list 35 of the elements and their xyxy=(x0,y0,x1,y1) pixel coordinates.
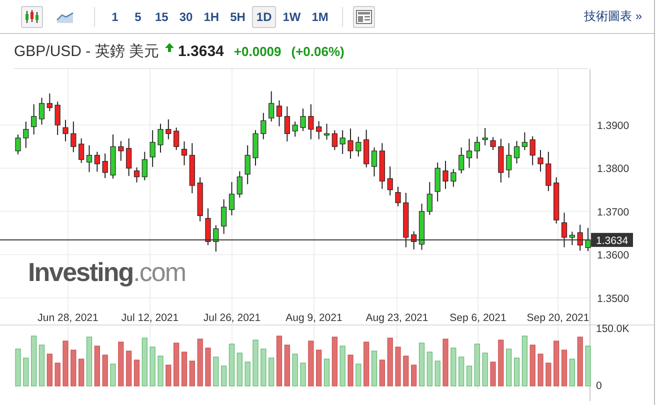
interval-button[interactable]: 1D xyxy=(252,6,276,28)
date-axis-label: Jul 12, 2021 xyxy=(121,312,179,324)
technical-chart-link[interactable]: 技術圖表 » xyxy=(584,8,642,25)
interval-button[interactable]: 5 xyxy=(128,6,148,28)
layout-icon xyxy=(356,10,372,24)
interval-button[interactable]: 30 xyxy=(175,6,197,28)
date-axis-label: Aug 9, 2021 xyxy=(286,312,342,324)
candlestick-chart-button[interactable] xyxy=(21,6,43,28)
volume-axis-label: 0 xyxy=(596,380,602,392)
interval-button[interactable]: 1W xyxy=(278,6,305,28)
date-axis-label: Jul 26, 2021 xyxy=(203,312,261,324)
interval-button[interactable]: 5H xyxy=(226,6,250,28)
percent-change: (+0.06%) xyxy=(291,44,344,58)
interval-button[interactable]: 1M xyxy=(308,6,332,28)
date-axis-label: Sep 20, 2021 xyxy=(526,312,590,324)
volume-axis-label: 150.0K xyxy=(596,323,630,335)
price-axis-label: 1.3900 xyxy=(597,120,630,132)
price-axis-label: 1.3500 xyxy=(597,292,630,305)
line-chart-icon xyxy=(56,10,74,22)
price-value: 1.3634 xyxy=(178,42,224,60)
price-axis-label: 1.3800 xyxy=(597,163,630,176)
price-axis-label: 1.3600 xyxy=(597,250,630,262)
interval-button[interactable]: 1H xyxy=(200,6,224,28)
price-change: +0.0009 xyxy=(234,44,282,58)
interval-button[interactable]: 1 xyxy=(105,6,125,28)
currency-pair-title: GBP/USD - 英鎊 美元 xyxy=(14,42,160,60)
date-axis-label: Sep 6, 2021 xyxy=(450,312,506,324)
interval-button[interactable]: 15 xyxy=(151,6,172,28)
layout-button[interactable] xyxy=(353,6,376,28)
price-axis-label: 1.3700 xyxy=(597,206,630,218)
candlestick-icon xyxy=(24,10,40,24)
date-axis-label: Jun 28, 2021 xyxy=(38,312,98,324)
investing-logo: Investing.com xyxy=(28,259,186,285)
current-price-label: 1.3634 xyxy=(591,232,633,247)
date-axis-label: Aug 23, 2021 xyxy=(366,312,428,324)
